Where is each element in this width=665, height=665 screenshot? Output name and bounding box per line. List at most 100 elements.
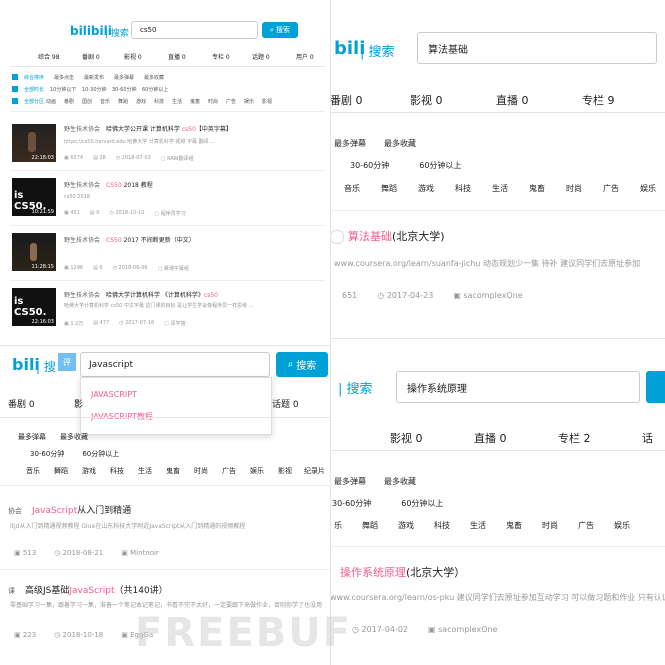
result-title[interactable]: 野生技术协会 CS50 2018 教程 [64, 180, 153, 189]
tab-column[interactable]: 专栏 2 [558, 430, 642, 446]
category-dance[interactable]: 舞蹈 [362, 520, 398, 531]
category-kichiku[interactable]: 鬼畜 [506, 520, 542, 531]
category-fashion[interactable]: 时尚 [194, 466, 222, 476]
duration-under-10[interactable]: 10分钟以下 [50, 86, 82, 93]
sort-favorites[interactable]: 最多收藏 [60, 432, 88, 442]
category-bangumi[interactable]: 番剧 [64, 98, 82, 105]
tab-all[interactable]: 综合 98 [38, 52, 82, 61]
category-music[interactable]: 音乐 [100, 98, 118, 105]
result-title[interactable]: 算法基础(北京大学) [330, 228, 445, 244]
sort-favorites[interactable]: 最多收藏 [144, 74, 164, 81]
video-thumbnail[interactable]: 11:28:15 [12, 233, 56, 271]
duration-30-60[interactable]: 30-60分钟 [332, 498, 371, 509]
sort-danmaku[interactable]: 最多弹幕 [334, 476, 366, 487]
tab-bangumi[interactable]: 番剧 0 [82, 52, 124, 61]
category-guochuang[interactable]: 国创 [82, 98, 100, 105]
category-fashion[interactable]: 时尚 [208, 98, 226, 105]
category-all[interactable]: 全部分区 [24, 98, 46, 105]
tab-bangumi[interactable]: 番剧 0 [8, 397, 74, 410]
search-input[interactable]: 操作系统原理 [396, 371, 640, 403]
search-button[interactable]: ⌕ 搜索 [276, 352, 328, 377]
category-ad[interactable]: 广告 [578, 520, 614, 531]
duration-over-60[interactable]: 60分钟以上 [419, 160, 461, 171]
tab-topic[interactable]: 话 [642, 430, 653, 446]
tab-movie[interactable]: 影视 0 [124, 52, 168, 61]
search-input[interactable]: cs50 [131, 21, 258, 39]
duration-10-30[interactable]: 10-30分钟 [82, 86, 112, 93]
tab-user[interactable]: 用户 0 [296, 52, 314, 61]
category-music[interactable]: 音乐 [26, 466, 54, 476]
category-tech[interactable]: 科技 [154, 98, 172, 105]
category-game[interactable]: 游戏 [136, 98, 154, 105]
tab-movie[interactable]: 影视 0 [410, 92, 496, 108]
uploader[interactable]: ▣ sacomplexOne [428, 625, 497, 634]
category-movie[interactable]: 影视 [278, 466, 304, 476]
tab-movie[interactable]: 影视 0 [390, 430, 474, 446]
tab-movie[interactable]: 影 [74, 397, 83, 410]
category-life[interactable]: 生活 [492, 183, 529, 194]
tab-topic[interactable]: 话题 0 [272, 397, 299, 410]
category-ad[interactable]: 广告 [603, 183, 640, 194]
category-dance[interactable]: 舞蹈 [381, 183, 418, 194]
category-music[interactable]: 乐 [334, 520, 362, 531]
video-thumbnail[interactable]: 22:18:03 [12, 124, 56, 162]
search-button-edge[interactable] [646, 371, 665, 403]
tab-topic[interactable]: 话题 0 [252, 52, 296, 61]
category-movie[interactable]: 影视 [262, 98, 272, 105]
sort-danmaku[interactable]: 最多弹幕 [18, 432, 46, 442]
category-kichiku[interactable]: 鬼畜 [190, 98, 208, 105]
category-tech[interactable]: 科技 [434, 520, 470, 531]
duration-30-60[interactable]: 30-60分钟 [30, 449, 64, 459]
category-ent[interactable]: 娱乐 [614, 520, 630, 531]
category-fashion[interactable]: 时尚 [542, 520, 578, 531]
search-input[interactable]: 算法基础 [417, 32, 657, 64]
category-life[interactable]: 生活 [470, 520, 506, 531]
video-thumbnail[interactable]: is CS50. 10:21:59 [12, 178, 56, 216]
result-title[interactable]: 课 高级JS基础JavaScript（共140讲） [8, 583, 168, 596]
category-dance[interactable]: 舞蹈 [118, 98, 136, 105]
uploader[interactable]: ▢ 程序员学习 [154, 210, 185, 217]
sort-newest[interactable]: 最新发布 [84, 74, 114, 81]
category-music[interactable]: 音乐 [344, 183, 381, 194]
tab-bangumi[interactable]: 番剧 0 [330, 92, 410, 108]
duration-30-60[interactable]: 30-60分钟 [112, 86, 142, 93]
category-ent[interactable]: 娱乐 [250, 466, 278, 476]
tab-live[interactable]: 直播 0 [496, 92, 582, 108]
category-life[interactable]: 生活 [138, 466, 166, 476]
duration-over-60[interactable]: 60分钟以上 [82, 449, 119, 459]
category-kichiku[interactable]: 鬼畜 [166, 466, 194, 476]
category-ent[interactable]: 娱乐 [640, 183, 656, 194]
category-ent[interactable]: 娱乐 [244, 98, 262, 105]
result-title[interactable]: 野生技术协会 哈佛大学公开课 计算机科学 cs50【中英字幕】 [64, 124, 232, 133]
sort-favorites[interactable]: 最多收藏 [384, 138, 416, 149]
duration-30-60[interactable]: 30-60分钟 [350, 160, 389, 171]
tab-column[interactable]: 专栏 9 [582, 92, 615, 108]
tab-live[interactable]: 直播 0 [474, 430, 558, 446]
duration-over-60[interactable]: 60分钟以上 [401, 498, 443, 509]
result-title[interactable]: 协会 JavaScript从入门到精通 [8, 503, 131, 516]
uploader[interactable]: ▢ 译学馆 [164, 320, 185, 327]
category-game[interactable]: 游戏 [418, 183, 455, 194]
category-ad[interactable]: 广告 [226, 98, 244, 105]
uploader[interactable]: ▢ 慕课字幕组 [158, 265, 189, 272]
category-documentary[interactable]: 纪录片 [304, 466, 325, 476]
result-title[interactable]: 野生技术协会 哈佛大学计算机科学 《计算机科学》cs50 [64, 290, 218, 299]
sort-danmaku[interactable]: 最多弹幕 [114, 74, 144, 81]
sort-favorites[interactable]: 最多收藏 [384, 476, 416, 487]
uploader[interactable]: ▣ Mintnoir [121, 549, 159, 557]
duration-over-60[interactable]: 60分钟以上 [142, 86, 168, 93]
category-life[interactable]: 生活 [172, 98, 190, 105]
category-game[interactable]: 游戏 [398, 520, 434, 531]
result-title[interactable]: 野生技术协会 CS50 2017 不间断更新（中文） [64, 235, 195, 244]
uploader[interactable]: ▣ sacomplexOne [453, 291, 522, 300]
search-type-badge[interactable]: 评 [58, 353, 76, 371]
sort-clicks[interactable]: 最多点击 [54, 74, 84, 81]
uploader[interactable]: ▢ RAW翻译组 [161, 155, 194, 162]
sort-comprehensive[interactable]: 综合排序 [24, 74, 54, 81]
search-button[interactable]: ⌕ 搜索 [262, 22, 298, 38]
video-thumbnail[interactable]: is CS50. 22:16:03 [12, 288, 56, 326]
category-ad[interactable]: 广告 [222, 466, 250, 476]
suggestion-item[interactable]: JAVASCRIPT [91, 390, 137, 399]
category-tech[interactable]: 科技 [455, 183, 492, 194]
category-kichiku[interactable]: 鬼畜 [529, 183, 566, 194]
